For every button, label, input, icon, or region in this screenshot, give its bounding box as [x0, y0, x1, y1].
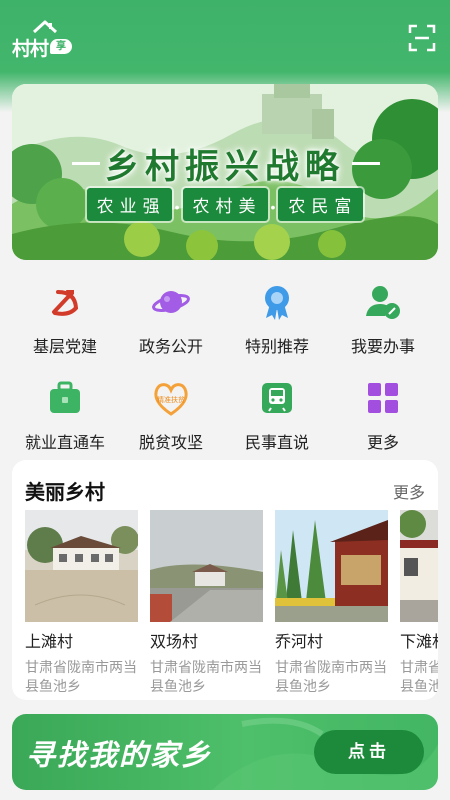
logo-text: 村村: [12, 38, 49, 60]
planet-icon: [152, 291, 190, 313]
hometown-click-button[interactable]: 点击: [314, 730, 424, 774]
service-party-building[interactable]: 基层党建: [12, 276, 118, 356]
train-icon: [262, 383, 292, 413]
village-address: 甘肃省陇南市两当县鱼池乡: [275, 659, 387, 694]
heart-logo-text: 精准扶贫: [157, 395, 185, 404]
village-name: 上滩村: [25, 634, 74, 651]
app-logo: 村村 享: [12, 20, 72, 60]
service-label: 就业直通车: [24, 435, 105, 452]
slogan-3: 农民富: [278, 188, 364, 221]
service-label: 民事直说: [244, 435, 309, 452]
service-label: 我要办事: [350, 339, 415, 356]
village-photo: [275, 510, 388, 622]
village-card[interactable]: 下滩村 甘肃省陇南市两当县鱼池乡: [400, 510, 438, 694]
slogan-dot: •: [270, 199, 276, 215]
award-ribbon-icon: [265, 286, 289, 320]
slogan-dot: •: [174, 199, 180, 215]
promo-banner[interactable]: 乡村振兴战略 农业强 • 农村美 • 农民富: [12, 84, 438, 260]
village-photo: [25, 510, 138, 622]
service-label: 特别推荐: [244, 339, 309, 356]
village-address: 甘肃省陇南市两当县鱼池乡: [400, 659, 438, 694]
service-handle-affairs[interactable]: 我要办事: [330, 276, 436, 356]
banner-slogans: 农业强 • 农村美 • 农民富: [12, 188, 438, 221]
village-photo: [400, 510, 438, 622]
logo-badge: 享: [50, 39, 72, 54]
village-card[interactable]: 乔河村 甘肃省陇南市两当县鱼池乡: [275, 510, 388, 694]
beautiful-villages-card: 美丽乡村 更多 上滩村 甘肃省陇南市两当县鱼池乡 双场村 甘肃省陇南市两当县鱼池…: [12, 460, 438, 700]
village-card[interactable]: 双场村 甘肃省陇南市两当县鱼池乡: [150, 510, 263, 694]
service-label: 更多: [366, 435, 399, 452]
service-government-affairs[interactable]: 政务公开: [118, 276, 224, 356]
village-card[interactable]: 上滩村 甘肃省陇南市两当县鱼池乡: [25, 510, 138, 694]
scan-icon[interactable]: [408, 24, 436, 52]
service-label: 基层党建: [32, 339, 97, 356]
service-label: 脱贫攻坚: [138, 435, 203, 452]
app-header: 村村 享: [0, 0, 450, 72]
heart-logo-icon: 精准扶贫: [154, 383, 188, 416]
section-title: 美丽乡村: [25, 482, 105, 504]
briefcase-icon: [50, 381, 80, 413]
service-poverty-alleviation[interactable]: 精准扶贫 脱贫攻坚: [118, 372, 224, 452]
village-name: 乔河村: [275, 634, 324, 651]
service-label: 政务公开: [138, 339, 203, 356]
banner-title: 乡村振兴战略: [105, 147, 345, 187]
hometown-text: 寻找我的家乡: [26, 738, 213, 772]
village-address: 甘肃省陇南市两当县鱼池乡: [150, 659, 262, 694]
village-address: 甘肃省陇南市两当县鱼池乡: [25, 659, 137, 694]
grid-more-icon: [368, 383, 398, 413]
service-recommended[interactable]: 特别推荐: [224, 276, 330, 356]
service-more[interactable]: 更多: [330, 372, 436, 452]
service-grid: 基层党建 政务公开 特别推荐 我要办事 就业直通车 精准扶贫 脱贫攻坚 民事直说…: [12, 276, 438, 456]
service-employment[interactable]: 就业直通车: [12, 372, 118, 452]
user-edit-icon: [366, 286, 400, 319]
more-link[interactable]: 更多: [393, 479, 425, 503]
village-name: 双场村: [150, 634, 199, 651]
village-photo: [150, 510, 263, 622]
party-emblem-icon: [52, 290, 79, 316]
slogan-2: 农村美: [182, 188, 268, 221]
service-civil-talk[interactable]: 民事直说: [224, 372, 330, 452]
slogan-1: 农业强: [86, 188, 172, 221]
village-name: 下滩村: [400, 634, 438, 651]
find-hometown-banner[interactable]: 寻找我的家乡 点击: [12, 714, 438, 790]
